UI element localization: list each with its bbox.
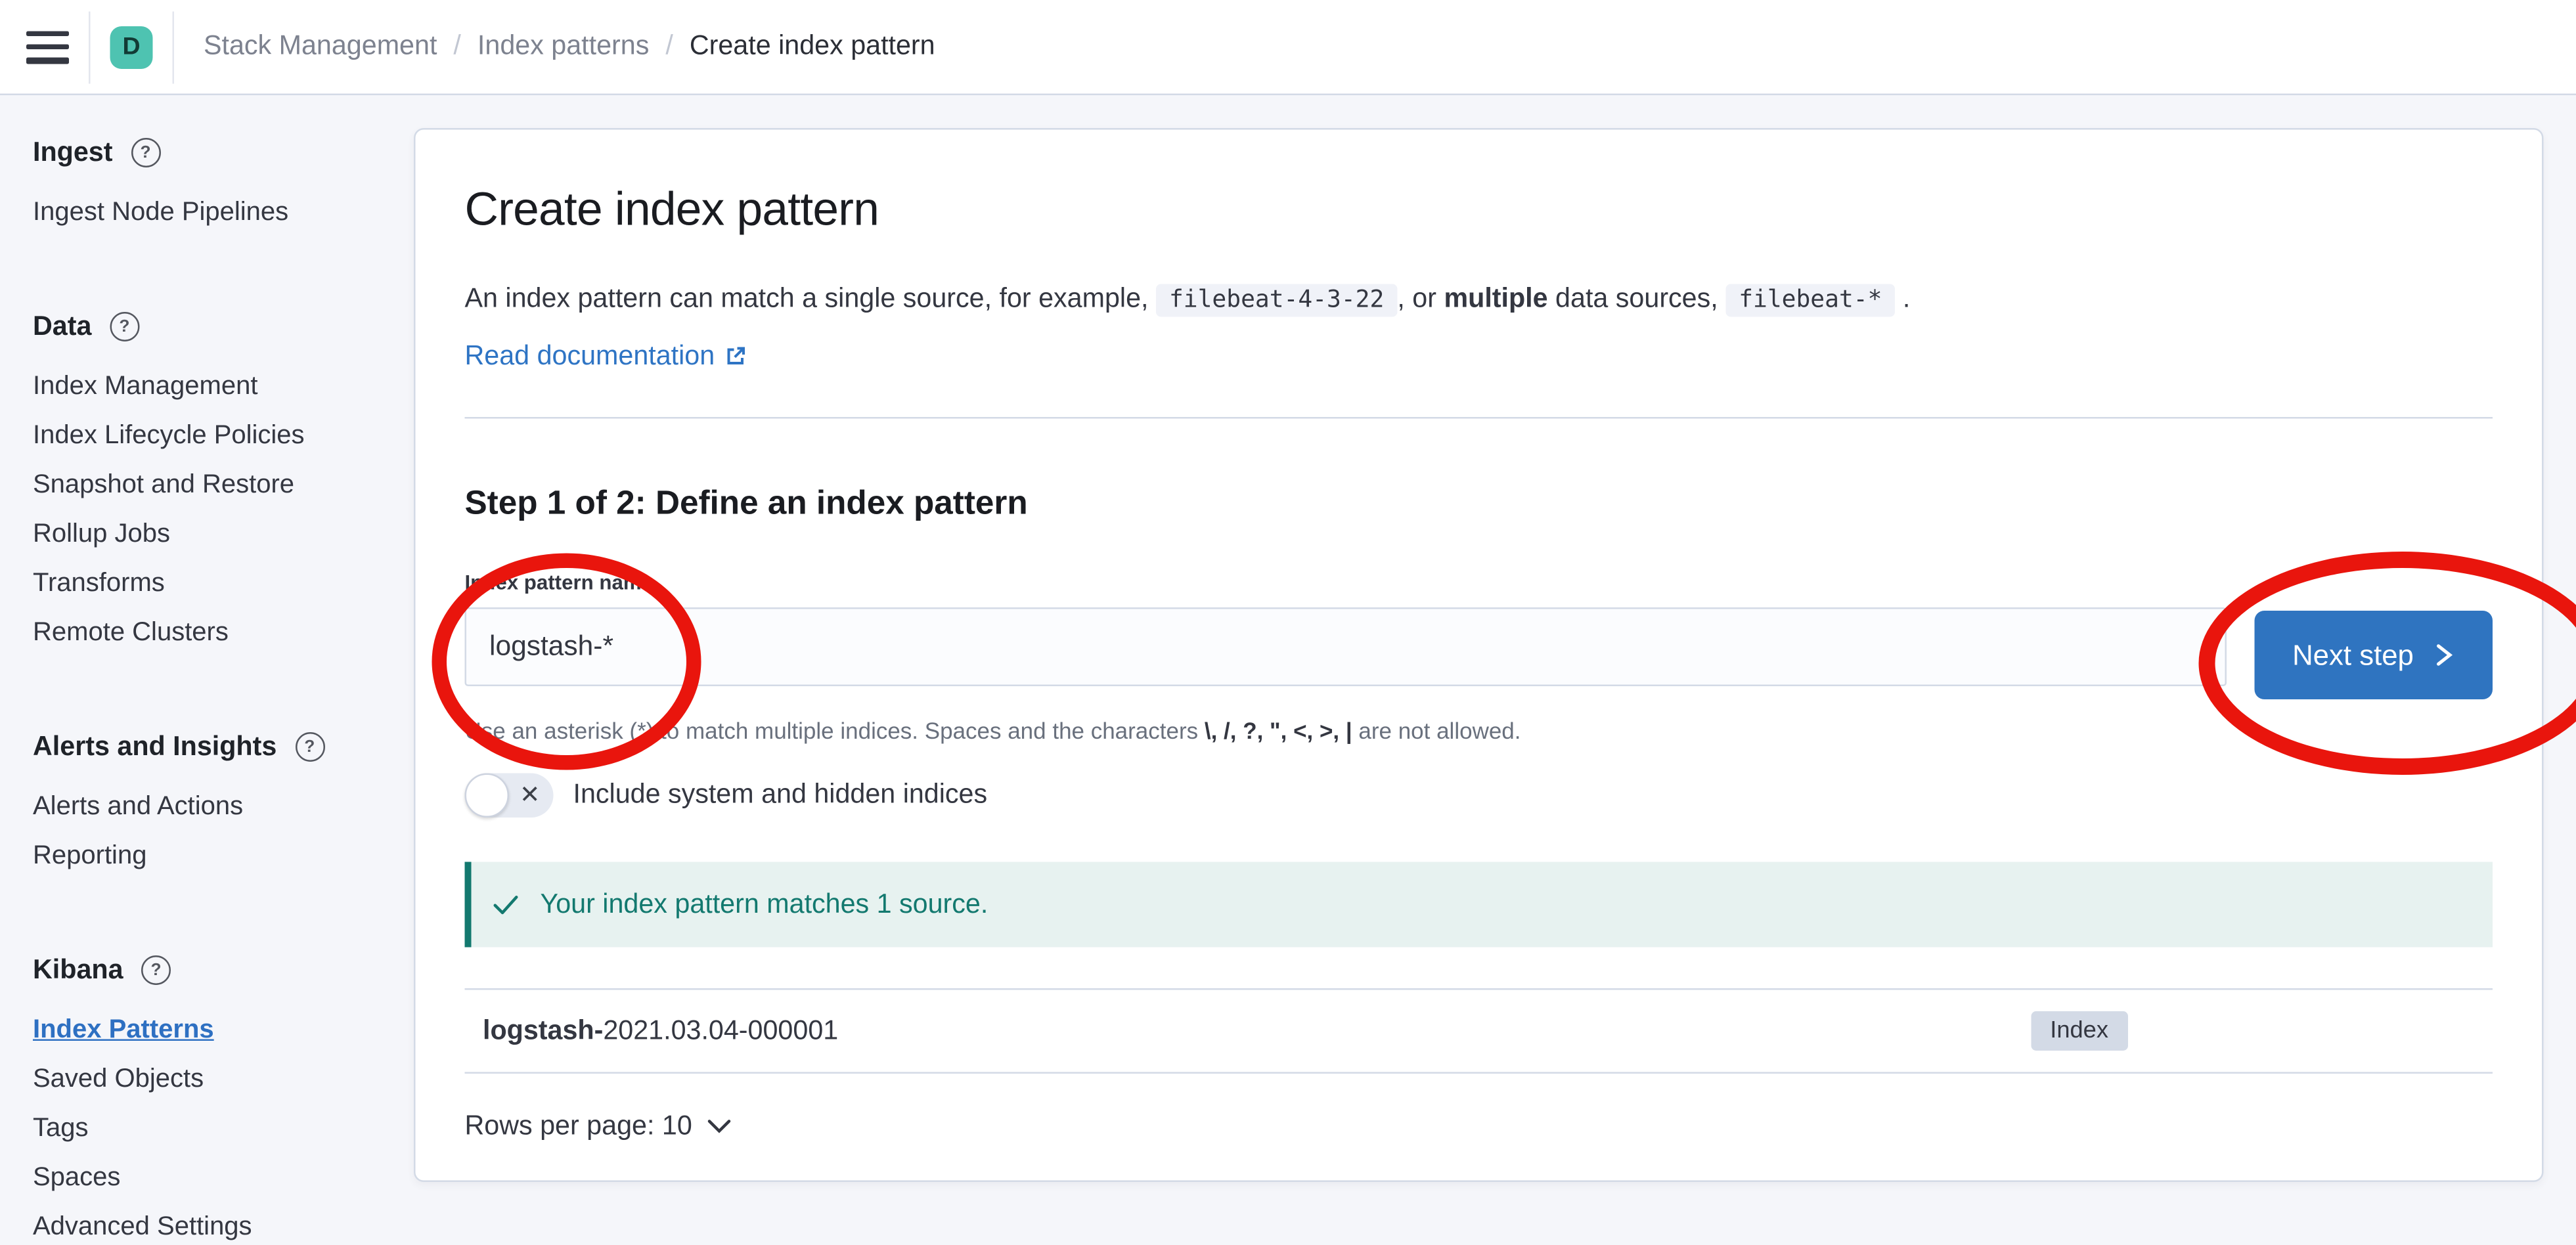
matched-prefix: logstash-: [483, 1015, 603, 1045]
step-heading: Step 1 of 2: Define an index pattern: [465, 481, 2493, 526]
create-index-pattern-panel: Create index pattern An index pattern ca…: [414, 128, 2544, 1182]
index-pattern-name-label: Index pattern name: [465, 571, 2493, 596]
breadcrumb-separator: /: [453, 32, 460, 63]
sidebar-section-kibana: Kibana ?: [33, 954, 414, 987]
description-emphasis: multiple: [1444, 284, 1547, 314]
sidebar-item-index-management[interactable]: Index Management: [33, 363, 414, 412]
sidebar-section-data: Data ?: [33, 311, 414, 343]
section-title: Data: [33, 311, 91, 343]
topbar-divider: [89, 11, 91, 83]
matched-suffix: 2021.03.04-000001: [603, 1015, 838, 1045]
breadcrumb-stack-management[interactable]: Stack Management: [204, 32, 437, 63]
next-step-button[interactable]: Next step: [2255, 611, 2493, 699]
help-icon[interactable]: ?: [110, 312, 139, 341]
description-text: , or: [1397, 284, 1444, 314]
chevron-down-icon: [705, 1118, 732, 1135]
page-title: Create index pattern: [465, 179, 2493, 242]
button-label: Next step: [2292, 638, 2414, 672]
code-example-single: filebeat-4-3-22: [1156, 284, 1397, 317]
kibana-window: D Stack Management / Index patterns / Cr…: [0, 0, 2576, 1245]
sidebar-item-alerts-and-actions[interactable]: Alerts and Actions: [33, 783, 414, 833]
rows-per-page-label: Rows per page: 10: [465, 1110, 692, 1142]
divider: [465, 417, 2493, 419]
helper-text: Use an asterisk (*) to match multiple in…: [465, 718, 1205, 744]
index-pattern-input[interactable]: [465, 607, 2227, 686]
sidebar-item-advanced-settings[interactable]: Advanced Settings: [33, 1204, 414, 1245]
helper-forbidden-chars: \, /, ?, ", <, >, |: [1205, 718, 1352, 744]
sidebar-section-ingest: Ingest ?: [33, 137, 414, 169]
read-documentation-link[interactable]: Read documentation: [465, 338, 748, 374]
helper-text: are not allowed.: [1352, 718, 1521, 744]
sidebar-item-snapshot-and-restore[interactable]: Snapshot and Restore: [33, 462, 414, 511]
sidebar-list: Alerts and Actions Reporting: [33, 783, 414, 882]
space-avatar[interactable]: D: [110, 26, 153, 68]
matched-index-name: logstash-2021.03.04-000001: [483, 1015, 838, 1047]
link-label: Read documentation: [465, 338, 715, 374]
description-text: An index pattern can match a single sour…: [465, 284, 1156, 314]
sidebar-list: Ingest Node Pipelines: [33, 189, 414, 238]
sidebar-item-reporting[interactable]: Reporting: [33, 833, 414, 882]
sidebar-item-index-patterns[interactable]: Index Patterns: [33, 1007, 414, 1056]
page-description: An index pattern can match a single sour…: [465, 278, 2493, 322]
sidebar-item-transforms[interactable]: Transforms: [33, 560, 414, 609]
help-icon[interactable]: ?: [131, 138, 160, 167]
external-link-icon: [724, 345, 747, 368]
toggle-knob: [465, 774, 510, 818]
section-title: Kibana: [33, 955, 123, 986]
help-icon[interactable]: ?: [141, 955, 171, 985]
chevron-right-icon: [2433, 642, 2455, 668]
success-message: Your index pattern matches 1 source.: [541, 889, 988, 921]
toggle-label: Include system and hidden indices: [573, 780, 988, 812]
index-type-badge: Index: [2030, 1011, 2128, 1051]
sidebar-section-alerts-and-insights: Alerts and Insights ?: [33, 731, 414, 764]
sidebar-list: Index Management Index Lifecycle Policie…: [33, 363, 414, 659]
sidebar-item-tags[interactable]: Tags: [33, 1105, 414, 1154]
top-bar: D Stack Management / Index patterns / Cr…: [0, 0, 2576, 95]
sidebar-item-remote-clusters[interactable]: Remote Clusters: [33, 609, 414, 659]
breadcrumb-current: Create index pattern: [690, 32, 935, 63]
breadcrumb-separator: /: [665, 32, 673, 63]
sidebar-item-index-lifecycle-policies[interactable]: Index Lifecycle Policies: [33, 412, 414, 462]
matched-index-row: logstash-2021.03.04-000001 Index: [465, 988, 2493, 1074]
section-title: Alerts and Insights: [33, 732, 277, 763]
sidebar-item-rollup-jobs[interactable]: Rollup Jobs: [33, 511, 414, 560]
menu-icon[interactable]: [26, 30, 69, 63]
input-helper-text: Use an asterisk (*) to match multiple in…: [465, 716, 2493, 745]
breadcrumb-index-patterns[interactable]: Index patterns: [477, 32, 649, 63]
topbar-divider: [173, 11, 175, 83]
management-sidebar: Ingest ? Ingest Node Pipelines Data ? In…: [0, 94, 414, 1245]
code-example-wildcard: filebeat-*: [1725, 284, 1895, 317]
sidebar-item-ingest-node-pipelines[interactable]: Ingest Node Pipelines: [33, 189, 414, 238]
include-hidden-indices-toggle[interactable]: ✕: [465, 774, 554, 818]
input-row: Next step: [465, 607, 2493, 699]
rows-per-page-control[interactable]: Rows per page: 10: [465, 1103, 2493, 1149]
help-icon[interactable]: ?: [295, 732, 324, 762]
success-callout: Your index pattern matches 1 source.: [465, 862, 2493, 948]
cross-icon: ✕: [520, 780, 540, 812]
breadcrumb: Stack Management / Index patterns / Crea…: [204, 32, 935, 63]
sidebar-item-spaces[interactable]: Spaces: [33, 1154, 414, 1204]
description-text: data sources,: [1548, 284, 1726, 314]
sidebar-list: Index Patterns Saved Objects Tags Spaces…: [33, 1007, 414, 1245]
sidebar-item-saved-objects[interactable]: Saved Objects: [33, 1056, 414, 1105]
check-icon: [491, 890, 521, 919]
description-text: .: [1895, 284, 1910, 314]
toggle-row: ✕ Include system and hidden indices: [465, 774, 2493, 818]
section-title: Ingest: [33, 137, 112, 169]
